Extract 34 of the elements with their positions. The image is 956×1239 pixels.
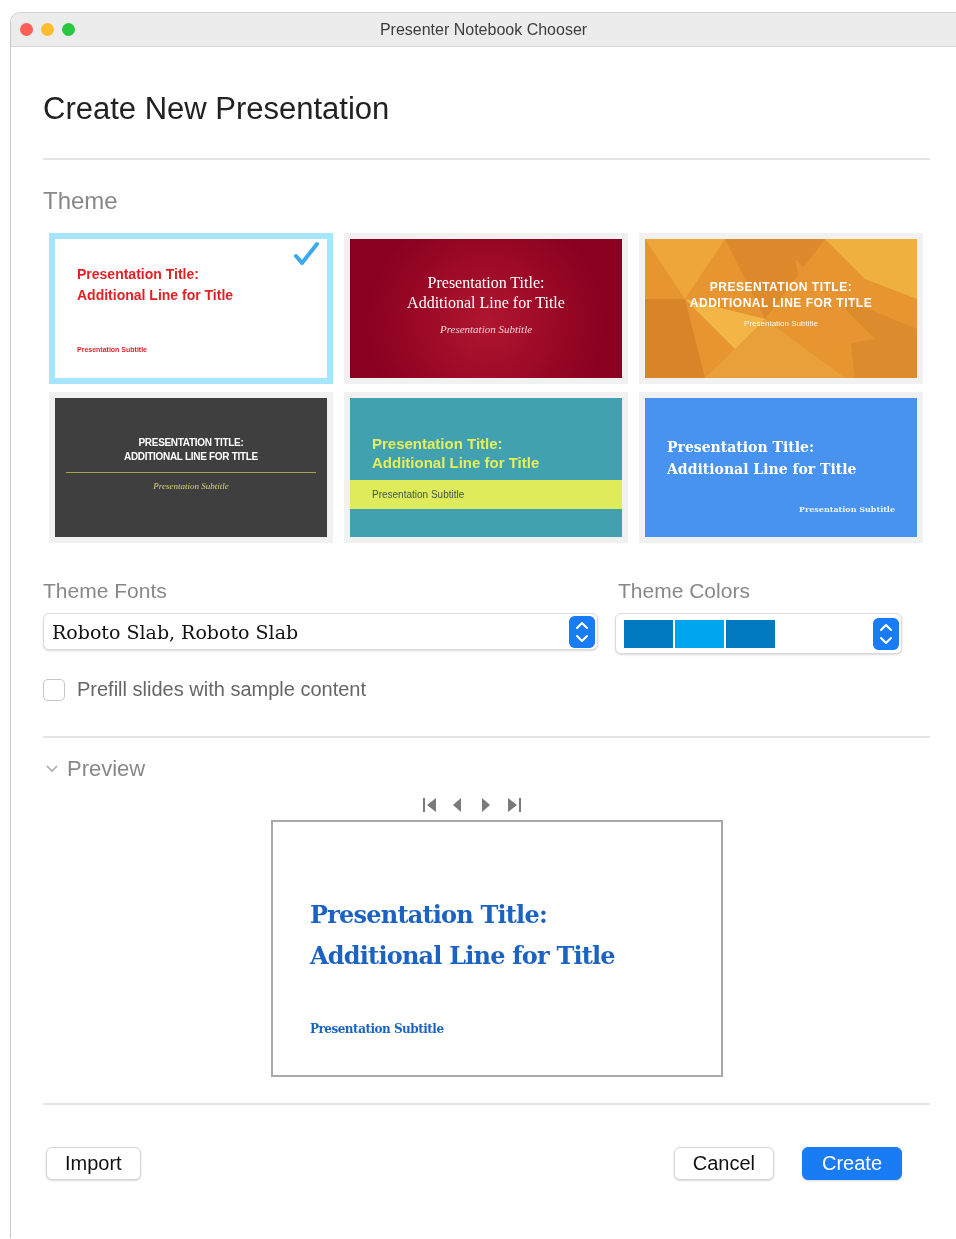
theme-thumbnail[interactable]: Presentation Title: Additional Line for Title Presentation Subtitle bbox=[344, 233, 628, 384]
field-label: Theme Colors bbox=[618, 579, 751, 604]
field-label: Theme Fonts bbox=[43, 579, 168, 604]
theme-thumbnail[interactable]: PRESENTATION TITLE: ADDITIONAL LINE FOR TITLE Presentation Subtitle bbox=[49, 392, 333, 543]
checkbox[interactable] bbox=[43, 678, 65, 701]
section-label: Preview bbox=[67, 756, 146, 782]
import-button[interactable]: Import bbox=[46, 1147, 141, 1180]
slide-title: Presentation Title: Additional Line for Title bbox=[371, 434, 541, 472]
color-dropdown[interactable] bbox=[615, 613, 902, 654]
slide-title: PRESENTATION TITLE: ADDITIONAL LINE FOR TITLE bbox=[124, 436, 258, 464]
section-label: Theme bbox=[43, 186, 119, 216]
create-button[interactable]: Create bbox=[801, 1147, 902, 1180]
slide-subtitle: Presentation Subtitle bbox=[310, 1022, 445, 1036]
slide-title: Presentation Title: Additional Line for Title bbox=[310, 899, 616, 972]
check-icon bbox=[293, 241, 319, 267]
slide-subtitle: Presentation Subtitle bbox=[153, 481, 229, 491]
slide-title: Presentation Title: Additional Line for Title bbox=[667, 438, 858, 479]
slide-title: Presentation Title: Additional Line for Title bbox=[407, 273, 565, 313]
slide-subtitle: Presentation Subtitle bbox=[439, 323, 533, 335]
checkbox-label: Prefill slides with sample content bbox=[77, 678, 366, 701]
stepper-icon bbox=[569, 615, 595, 648]
slide-title: PRESENTATION TITLE: ADDITIONAL LINE FOR TITLE bbox=[689, 279, 873, 311]
dialog-heading: Create New Presentation bbox=[43, 90, 391, 128]
slide-title: Presentation Title: Additional Line for Title bbox=[77, 265, 235, 305]
theme-thumbnail[interactable]: Presentation Title: Additional Line for Title Presentation Subtitle bbox=[344, 392, 628, 543]
window-title: Presenter Notebook Chooser bbox=[379, 20, 588, 38]
close-icon[interactable] bbox=[20, 23, 33, 36]
first-slide-icon[interactable] bbox=[420, 796, 439, 814]
cancel-button[interactable]: Cancel bbox=[673, 1147, 774, 1180]
slide-subtitle: Presentation Subtitle bbox=[372, 489, 465, 500]
slide-subtitle: Presentation Subtitle bbox=[744, 319, 818, 328]
stepper-icon bbox=[873, 617, 899, 650]
font-dropdown[interactable]: Roboto Slab, Roboto Slab bbox=[43, 613, 598, 650]
slide-subtitle: Presentation Subtitle bbox=[797, 504, 895, 514]
